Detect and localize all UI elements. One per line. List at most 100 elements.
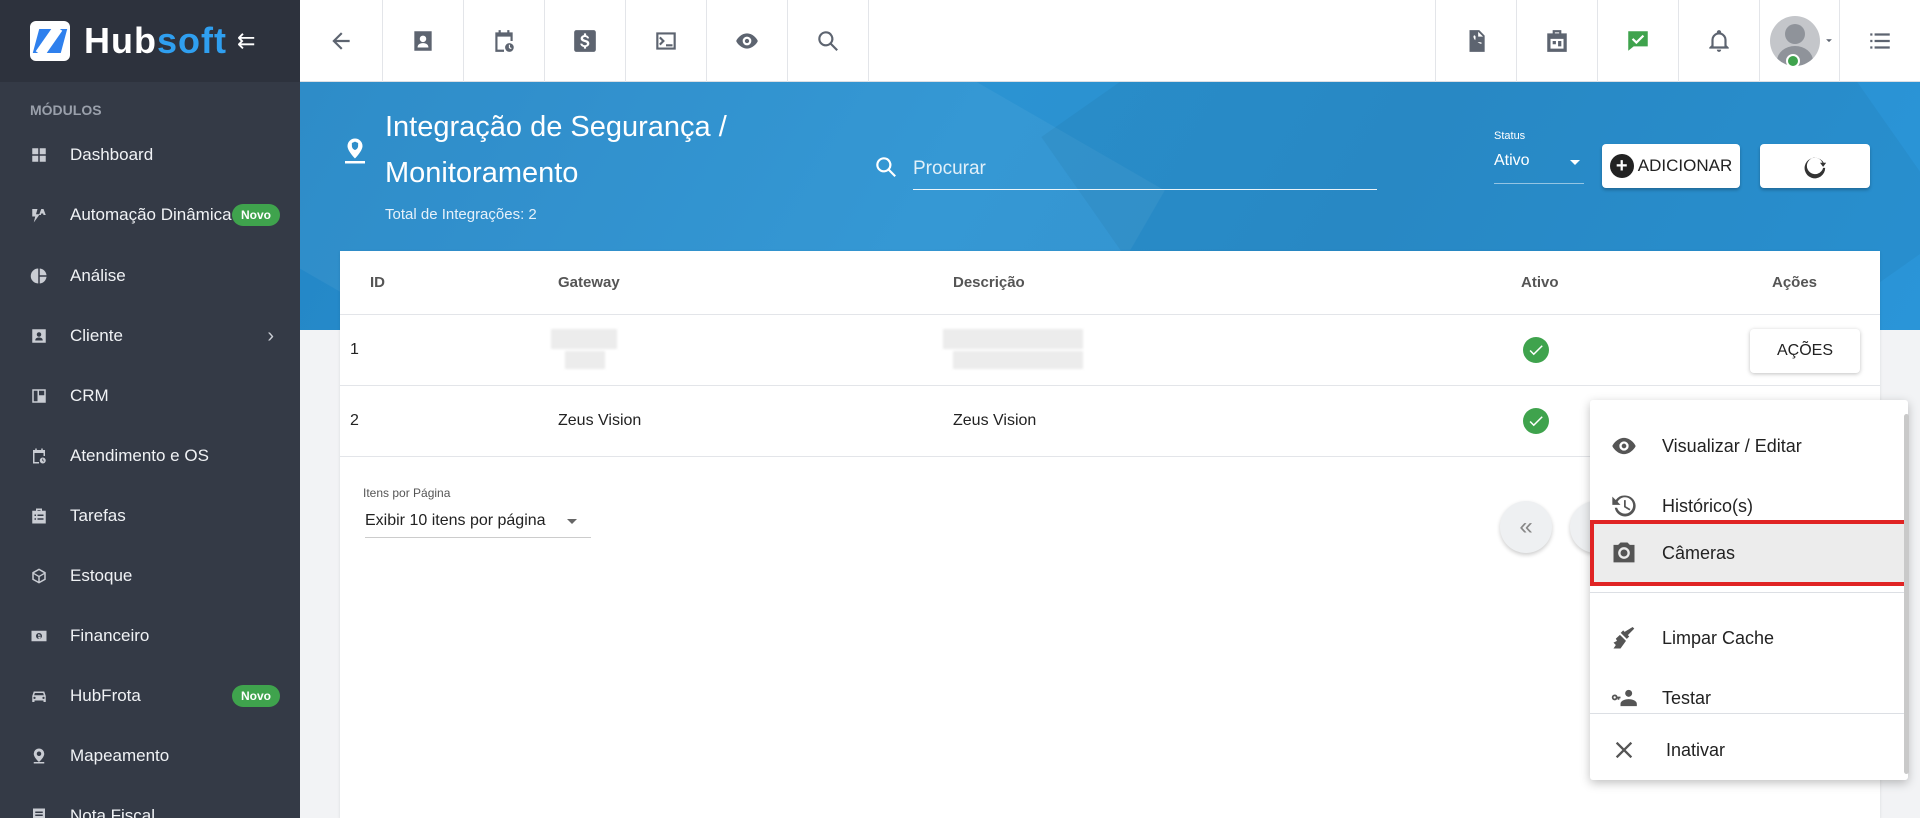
chat-check-button[interactable] [1597, 0, 1678, 82]
menu-item-testar[interactable]: Testar [1590, 668, 1908, 728]
menu-scrollbar[interactable] [1904, 414, 1909, 774]
sidebar-item-label: Estoque [70, 566, 133, 585]
dropdown-caret-icon [1570, 160, 1580, 165]
box-icon [30, 567, 48, 585]
menu-item-label: Câmeras [1662, 542, 1736, 563]
novo-badge: Novo [232, 204, 280, 226]
sidebar-item-hubfrota[interactable]: HubFrota Novo [0, 666, 300, 726]
items-per-page-select[interactable]: Exibir 10 itens por página [365, 504, 591, 538]
sidebar-item-label: Tarefas [70, 506, 126, 525]
row-id: 2 [350, 412, 359, 429]
calendar-clock-icon [495, 30, 514, 52]
person-key-icon [1611, 689, 1637, 707]
redacted-block [565, 351, 605, 369]
financial-button[interactable] [545, 0, 626, 82]
refresh-button[interactable] [1760, 144, 1870, 188]
sidebar-item-analise[interactable]: Análise [0, 246, 300, 306]
actions-menu: Visualizar / Editar Histórico(s) Câmeras… [1590, 400, 1908, 780]
status-select[interactable]: Ativo [1494, 152, 1584, 184]
first-page-button[interactable]: « [1500, 501, 1552, 553]
menu-item-inativar[interactable]: Inativar [1590, 720, 1908, 780]
row-gateway: Zeus Vision [558, 412, 642, 429]
double-chevron-left-icon: « [1519, 513, 1533, 540]
search-icon [818, 31, 838, 51]
eye-icon [1612, 437, 1636, 455]
sidebar-item-crm[interactable]: CRM [0, 366, 300, 426]
user-menu-button[interactable] [1759, 0, 1840, 82]
header-descricao: Descrição [953, 274, 1025, 291]
active-check-icon [1523, 337, 1549, 363]
calendar-button[interactable] [1516, 0, 1597, 82]
sidebar-item-cliente[interactable]: Cliente › [0, 306, 300, 366]
search-button[interactable] [788, 0, 869, 82]
redacted-gateway [551, 329, 617, 369]
dollar-icon [574, 30, 596, 52]
dashboard-icon [30, 146, 48, 164]
sidebar-item-label: Nota Fiscal [70, 806, 156, 818]
search-input[interactable] [913, 148, 1377, 190]
terminal-icon [656, 32, 676, 50]
add-button-label: ADICIONAR [1637, 156, 1733, 175]
chevron-right-icon: › [267, 324, 274, 347]
chevron-down-icon [1825, 39, 1832, 43]
invoice-icon [30, 807, 48, 818]
sidebar-item-estoque[interactable]: Estoque [0, 546, 300, 606]
menu-item-label: Inativar [1666, 739, 1726, 760]
dropdown-caret-icon [567, 519, 577, 524]
sidebar-item-mapeamento[interactable]: Mapeamento [0, 726, 300, 786]
terminal-button[interactable] [626, 0, 707, 82]
redacted-descricao [943, 329, 1083, 369]
table-row[interactable]: 1 AÇÕES [340, 315, 1880, 386]
sidebar-item-tarefas[interactable]: Tarefas [0, 486, 300, 546]
contact-card-button[interactable] [383, 0, 464, 82]
sidebar-item-financeiro[interactable]: Financeiro [0, 606, 300, 666]
total-integrations: Total de Integrações: 2 [385, 206, 537, 223]
car-icon [30, 687, 48, 705]
menu-item-label: Limpar Cache [1662, 627, 1775, 648]
sidebar-item-automacao-dinamica[interactable]: Automação Dinâmica Novo [0, 184, 300, 246]
automation-icon [30, 206, 48, 224]
tasks-icon [30, 507, 48, 525]
brand: Hubsoft ⇇ [0, 0, 300, 82]
search-field [873, 148, 1377, 192]
menu-item-cameras[interactable]: Câmeras [1590, 520, 1908, 586]
row-descricao: Zeus Vision [953, 412, 1037, 429]
sidebar-item-label: Financeiro [70, 626, 150, 645]
notifications-button[interactable] [1678, 0, 1759, 82]
redacted-block [943, 329, 1083, 349]
security-location-icon [340, 136, 370, 166]
sidebar-item-atendimento-os[interactable]: Atendimento e OS [0, 426, 300, 486]
list-icon [1870, 33, 1890, 49]
view-button[interactable] [707, 0, 788, 82]
history-icon [1612, 495, 1636, 517]
calendar-clock-button[interactable] [464, 0, 545, 82]
acoes-button[interactable]: AÇÕES [1750, 329, 1860, 373]
active-check-icon [1523, 408, 1549, 434]
menu-item-visualizar-editar[interactable]: Visualizar / Editar [1590, 416, 1908, 476]
pdf-button[interactable] [1435, 0, 1516, 82]
header-gateway: Gateway [558, 274, 620, 291]
menu-item-label: Testar [1662, 687, 1712, 708]
items-per-page-value: Exibir 10 itens por página [365, 512, 546, 529]
sidebar-item-nota-fiscal[interactable]: Nota Fiscal [0, 786, 300, 818]
menu-list-button[interactable] [1840, 0, 1920, 82]
header-ativo: Ativo [1521, 274, 1559, 291]
sidebar-item-dashboard[interactable]: Dashboard [0, 126, 300, 184]
broom-icon [1613, 627, 1635, 649]
close-icon [1615, 741, 1633, 759]
contact-card-icon [414, 31, 432, 51]
eye-icon [736, 33, 758, 49]
redacted-block [953, 351, 1083, 369]
sidebar-item-label: HubFrota [70, 686, 141, 705]
arrow-left-icon [332, 32, 350, 50]
back-button[interactable] [300, 0, 383, 82]
search-icon [876, 157, 896, 177]
header-id: ID [370, 274, 385, 291]
sidebar: Hubsoft ⇇ MÓDULOS Dashboard Automação Di… [0, 0, 300, 818]
add-button[interactable]: + ADICIONAR [1602, 144, 1740, 188]
collapse-sidebar-icon[interactable]: ⇇ [237, 28, 255, 54]
menu-item-limpar-cache[interactable]: Limpar Cache [1590, 608, 1908, 668]
calendar-board-icon [1547, 30, 1567, 52]
pie-chart-icon [30, 267, 48, 285]
